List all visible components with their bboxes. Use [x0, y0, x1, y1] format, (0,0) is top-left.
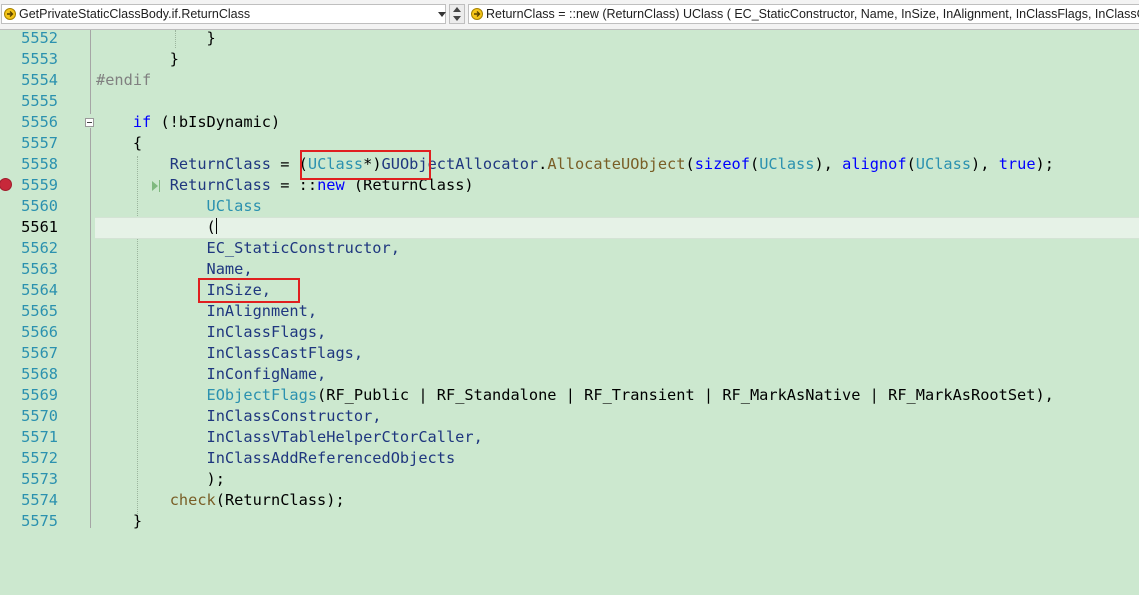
code-text: #endif — [96, 71, 152, 89]
code-line: 5553 } — [0, 49, 1139, 70]
line-number: 5557 — [21, 134, 58, 152]
code-line: 5570 InClassConstructor, — [0, 406, 1139, 427]
code-text: } — [206, 29, 216, 47]
code-line: 5558 ReturnClass = (UClass*)GUObjectAllo… — [0, 154, 1139, 175]
code-text: ); — [206, 470, 225, 488]
navigation-spinner[interactable] — [449, 4, 465, 24]
arrow-right-icon — [4, 8, 16, 20]
code-line: 5559 ReturnClass = ::new (ReturnClass) — [0, 175, 1139, 196]
code-line: 5572 InClassAddReferencedObjects — [0, 448, 1139, 469]
code-line: 5568 InConfigName, — [0, 364, 1139, 385]
code-line: 5574 check(ReturnClass); — [0, 490, 1139, 511]
text-cursor — [215, 218, 217, 234]
line-number: 5552 — [21, 29, 58, 47]
code-line: 5575 } — [0, 511, 1139, 532]
code-text: } — [132, 512, 143, 530]
code-line: 5554 #endif — [0, 70, 1139, 91]
code-text: ReturnClass = (UClass*)GUObjectAllocator… — [169, 155, 1054, 173]
code-text: check(ReturnClass); — [169, 491, 345, 509]
code-line: 5557 { — [0, 133, 1139, 154]
code-text: InClassConstructor, — [206, 407, 382, 425]
line-number: 5554 — [21, 71, 58, 89]
member-dropdown-text: ReturnClass = ::new (ReturnClass) UClass… — [486, 7, 1139, 21]
arrow-down-icon[interactable] — [453, 16, 461, 21]
code-text: InClassFlags, — [206, 323, 327, 341]
line-number: 5568 — [21, 365, 58, 383]
code-line: 5562 EC_StaticConstructor, — [0, 238, 1139, 259]
line-number: 5573 — [21, 470, 58, 488]
code-text: if (!bIsDynamic) — [132, 113, 281, 131]
line-number: 5560 — [21, 197, 58, 215]
code-line: 5571 InClassVTableHelperCtorCaller, — [0, 427, 1139, 448]
line-number: 5561 — [21, 218, 58, 236]
code-line: 5564 InSize, — [0, 280, 1139, 301]
code-line: 5565 InAlignment, — [0, 301, 1139, 322]
scope-dropdown-text: GetPrivateStaticClassBody.if.ReturnClass — [19, 7, 251, 21]
code-text: EC_StaticConstructor, — [206, 239, 400, 257]
line-number: 5570 — [21, 407, 58, 425]
code-line-current: 5561 ( — [0, 217, 1139, 239]
code-text: InClassCastFlags, — [206, 344, 364, 362]
navigation-bar: GetPrivateStaticClassBody.if.ReturnClass… — [0, 0, 1139, 30]
line-number: 5558 — [21, 155, 58, 173]
code-text: InAlignment, — [206, 302, 318, 320]
line-number: 5563 — [21, 260, 58, 278]
line-number: 5574 — [21, 491, 58, 509]
code-text: InClassVTableHelperCtorCaller, — [206, 428, 483, 446]
line-number: 5572 — [21, 449, 58, 467]
code-line: 5573 ); — [0, 469, 1139, 490]
line-number: 5575 — [21, 512, 58, 530]
code-line: 5555 — [0, 91, 1139, 112]
line-number: 5569 — [21, 386, 58, 404]
line-number: 5553 — [21, 50, 58, 68]
code-editor[interactable]: 5552 } 5553 } 5554 #endif 5555 5556 if (… — [0, 28, 1139, 530]
code-text: Name, — [206, 260, 253, 278]
code-text: ( — [206, 218, 217, 236]
chevron-down-icon[interactable] — [438, 12, 446, 17]
code-text: InConfigName, — [206, 365, 327, 383]
code-text: EObjectFlags(RF_Public | RF_Standalone |… — [206, 386, 1054, 404]
code-line: 5560 UClass — [0, 196, 1139, 217]
line-number: 5562 — [21, 239, 58, 257]
line-number: 5564 — [21, 281, 58, 299]
code-line: 5567 InClassCastFlags, — [0, 343, 1139, 364]
code-text: { — [132, 134, 143, 152]
line-number: 5567 — [21, 344, 58, 362]
code-text: UClass — [206, 197, 262, 215]
scope-dropdown[interactable]: GetPrivateStaticClassBody.if.ReturnClass — [1, 4, 446, 24]
code-line: 5556 if (!bIsDynamic) — [0, 112, 1139, 133]
annotation-box-insize — [198, 278, 300, 303]
member-dropdown[interactable]: ReturnClass = ::new (ReturnClass) UClass… — [468, 4, 1139, 24]
line-number: 5555 — [21, 92, 58, 110]
annotation-box-cast — [300, 150, 431, 180]
line-number: 5571 — [21, 428, 58, 446]
code-text: InClassAddReferencedObjects — [206, 449, 456, 467]
line-number: 5559 — [21, 176, 58, 194]
code-line: 5563 Name, — [0, 259, 1139, 280]
code-text: } — [169, 50, 179, 68]
code-line: 5552 } — [0, 28, 1139, 49]
code-line: 5566 InClassFlags, — [0, 322, 1139, 343]
line-number: 5565 — [21, 302, 58, 320]
arrow-right-icon — [471, 8, 483, 20]
code-line: 5569 EObjectFlags(RF_Public | RF_Standal… — [0, 385, 1139, 406]
line-number: 5556 — [21, 113, 58, 131]
current-line-highlight — [95, 217, 1139, 239]
line-number: 5566 — [21, 323, 58, 341]
arrow-up-icon[interactable] — [453, 7, 461, 12]
